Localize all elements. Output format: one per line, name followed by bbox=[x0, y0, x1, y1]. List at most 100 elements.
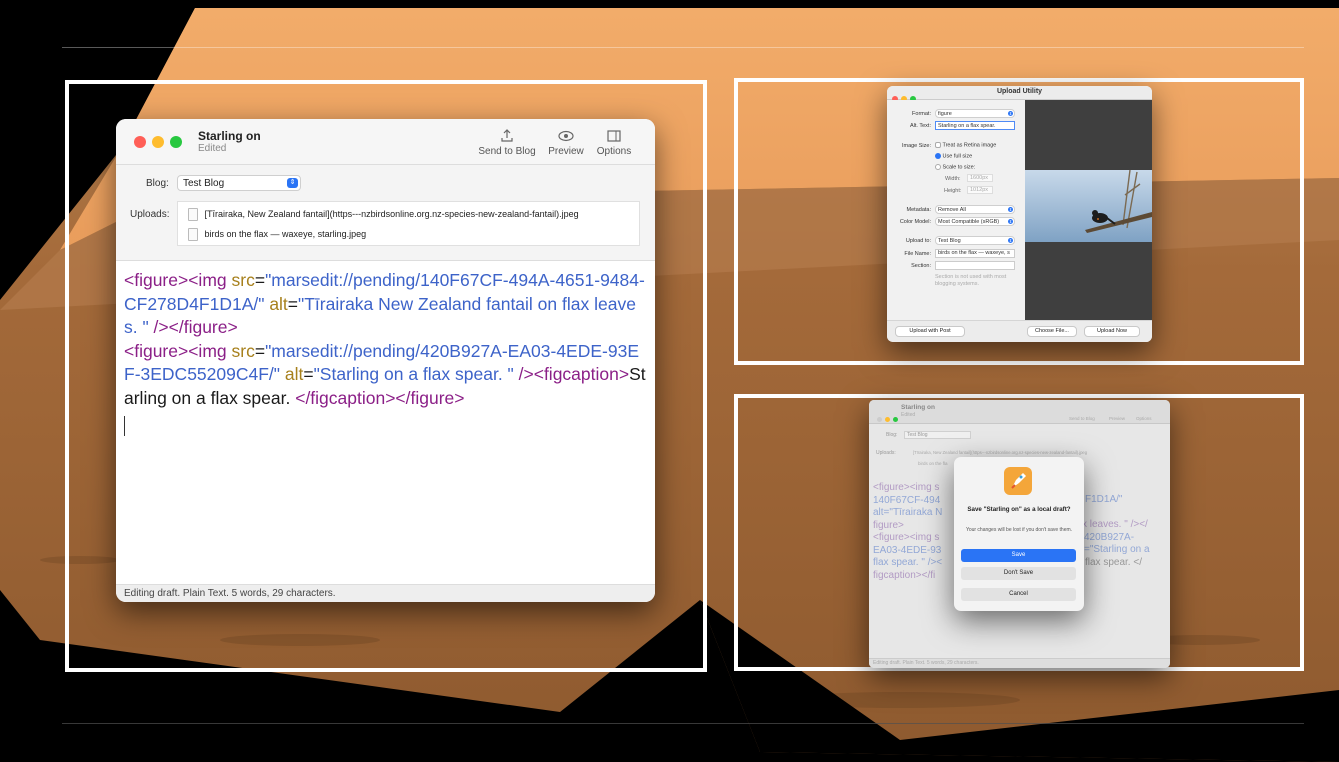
traffic-lights bbox=[134, 135, 182, 153]
color-model-value: Most Compatible (sRGB) bbox=[938, 219, 1000, 225]
dimmed-code: <figure><img s 140F67CF-494 alt="Tīraira… bbox=[873, 482, 942, 582]
format-label: Format: bbox=[912, 111, 931, 117]
editor-window: Starling on Edited Send to Blog Preview … bbox=[116, 119, 655, 602]
code-tag: /><figcaption> bbox=[513, 364, 630, 384]
chevron-updown-icon: ⇕ bbox=[287, 178, 298, 188]
section-note: Section is not used with most blogging s… bbox=[935, 274, 1007, 287]
uploads-list: [Tīrairaka, New Zealand fantail](https--… bbox=[177, 201, 640, 246]
options-button[interactable]: Options bbox=[592, 129, 636, 157]
code-eq: = bbox=[287, 293, 299, 314]
image-preview bbox=[1025, 100, 1152, 320]
code-tag: /></figure> bbox=[148, 317, 238, 337]
image-size-label: Image Size: bbox=[901, 143, 931, 149]
choose-file-button[interactable]: Choose File... bbox=[1027, 326, 1077, 337]
send-to-blog-button[interactable]: Send to Blog bbox=[471, 129, 543, 157]
share-icon bbox=[501, 129, 513, 142]
dimmed-code-line: <figure><img s bbox=[873, 482, 940, 493]
traffic-lights bbox=[877, 409, 898, 427]
dimmed-code-line: F1D1A/" bbox=[1085, 494, 1123, 505]
minimize-button[interactable] bbox=[152, 136, 164, 148]
minimize-button[interactable] bbox=[885, 417, 890, 422]
upload-item[interactable]: birds on the flax — waxeye, starling.jpe… bbox=[188, 228, 366, 241]
dimmed-blog-label: Blog: bbox=[886, 432, 898, 438]
dimmed-code-line: EA03-4EDE-93 bbox=[873, 544, 942, 556]
metadata-popup[interactable]: Remove All ⇕ bbox=[935, 205, 1015, 214]
cancel-button[interactable]: Cancel bbox=[961, 588, 1076, 601]
section-field[interactable] bbox=[935, 261, 1015, 270]
format-popup[interactable]: figure ⇕ bbox=[935, 109, 1015, 118]
dimmed-preview-label: Preview bbox=[1109, 416, 1126, 421]
full-size-radio[interactable]: Use full size bbox=[935, 153, 972, 159]
upload-window-title: Upload Utility bbox=[996, 88, 1043, 95]
dimmed-upload-item: birds on the fla bbox=[918, 461, 948, 466]
window-title: Starling on bbox=[198, 129, 261, 143]
marsedit-app-icon bbox=[1004, 467, 1032, 495]
chevron-updown-icon: ⇕ bbox=[1008, 219, 1013, 224]
alt-text-value: Starling on a flax spear. bbox=[938, 123, 996, 129]
dont-save-button[interactable]: Don't Save bbox=[961, 567, 1076, 580]
code-attr: alt bbox=[269, 293, 288, 314]
save-dialog-title: Save "Starling on" as a local draft? bbox=[967, 506, 1071, 513]
chevron-updown-icon: ⇕ bbox=[1008, 111, 1013, 116]
upload-titlebar: Upload Utility bbox=[887, 86, 1152, 102]
dimmed-uploads-label: Uploads: bbox=[876, 450, 896, 456]
chevron-updown-icon: ⇕ bbox=[1008, 238, 1013, 243]
preview-button[interactable]: Preview bbox=[544, 129, 588, 157]
alt-text-field[interactable]: Starling on a flax spear. bbox=[935, 121, 1015, 130]
html-editor[interactable]: <figure><img src="marsedit://pending/140… bbox=[124, 269, 648, 436]
dimmed-blog-popup: Test Blog bbox=[904, 431, 971, 439]
upload-to-popup[interactable]: Test Blog ⇕ bbox=[935, 236, 1015, 245]
upload-now-button[interactable]: Upload Now bbox=[1084, 326, 1140, 337]
zoom-button[interactable] bbox=[170, 136, 182, 148]
uploads-label: Uploads: bbox=[130, 209, 170, 220]
alt-text-label: Alt. Text: bbox=[910, 123, 931, 129]
status-text: Editing draft. Plain Text. 5 words, 29 c… bbox=[124, 588, 336, 599]
height-field[interactable]: 1012px bbox=[967, 186, 993, 194]
upload-item-label: [Tīrairaka, New Zealand fantail](https--… bbox=[204, 208, 579, 219]
dimmed-code-line: 140F67CF-494 bbox=[873, 494, 941, 506]
color-model-label: Color Model: bbox=[899, 219, 931, 225]
dimmed-send-label: Send to Blog bbox=[1069, 416, 1095, 421]
close-button[interactable] bbox=[877, 417, 882, 422]
window-subtitle: Edited bbox=[198, 143, 227, 154]
dimmed-code-line: 420B927A- bbox=[1084, 532, 1135, 543]
file-name-label: File Name: bbox=[904, 251, 931, 257]
metadata-label: Metadata: bbox=[906, 207, 931, 213]
status-bar: Editing draft. Plain Text. 5 words, 29 c… bbox=[116, 584, 655, 602]
section-label: Section: bbox=[911, 263, 931, 269]
blog-label: Blog: bbox=[146, 178, 169, 189]
upload-with-post-button[interactable]: Upload with Post bbox=[895, 326, 965, 337]
sidebar-icon bbox=[607, 130, 621, 142]
options-label: Options bbox=[596, 146, 632, 157]
dimmed-code-line: ="Starling on a bbox=[1084, 544, 1150, 555]
document-icon bbox=[188, 208, 198, 221]
retina-checkbox[interactable]: Treat as Retina image bbox=[935, 142, 996, 148]
code-attr: src bbox=[231, 270, 255, 290]
blog-popup[interactable]: Test Blog ⇕ bbox=[177, 175, 301, 191]
dimmed-code-line: flax spear. </ bbox=[1085, 557, 1142, 568]
close-button[interactable] bbox=[134, 136, 146, 148]
document-icon bbox=[188, 228, 198, 241]
upload-utility-window: Upload Utility Format: figure ⇕ Alt. Text… bbox=[887, 86, 1152, 342]
upload-to-value: Test Blog bbox=[938, 238, 961, 244]
upload-item[interactable]: [Tīrairaka, New Zealand fantail](https--… bbox=[188, 208, 579, 221]
chevron-updown-icon: ⇕ bbox=[1008, 207, 1013, 212]
scale-radio[interactable]: Scale to size: bbox=[935, 164, 975, 170]
code-eq: = bbox=[303, 364, 314, 384]
dimmed-upload-item: [Tīrairaka, New Zealand fantail](https--… bbox=[913, 450, 1088, 455]
color-model-popup[interactable]: Most Compatible (sRGB) ⇕ bbox=[935, 217, 1015, 226]
code-eq: = bbox=[254, 270, 266, 290]
dimmed-code-right: F1D1A/" bbox=[1085, 494, 1122, 507]
preview-label: Preview bbox=[548, 146, 584, 157]
editor-titlebar: Starling on Edited Send to Blog Preview … bbox=[116, 119, 655, 165]
zoom-button[interactable] bbox=[893, 417, 898, 422]
file-name-field[interactable]: birds on the flax — waxeye, s bbox=[935, 249, 1015, 258]
upload-footer: Upload with Post Choose File... Upload N… bbox=[887, 320, 1152, 342]
dimmed-code-line: figure> bbox=[873, 519, 904, 531]
dimmed-code-line: <figure><img s bbox=[873, 532, 940, 543]
code-value: "Starling on a flax spear. " bbox=[313, 364, 514, 384]
dimmed-subtitle: Edited bbox=[901, 412, 916, 418]
save-button[interactable]: Save bbox=[961, 549, 1076, 562]
width-field[interactable]: 1600px bbox=[967, 174, 993, 182]
upload-settings: Format: figure ⇕ Alt. Text: Starling on a… bbox=[887, 100, 1025, 320]
